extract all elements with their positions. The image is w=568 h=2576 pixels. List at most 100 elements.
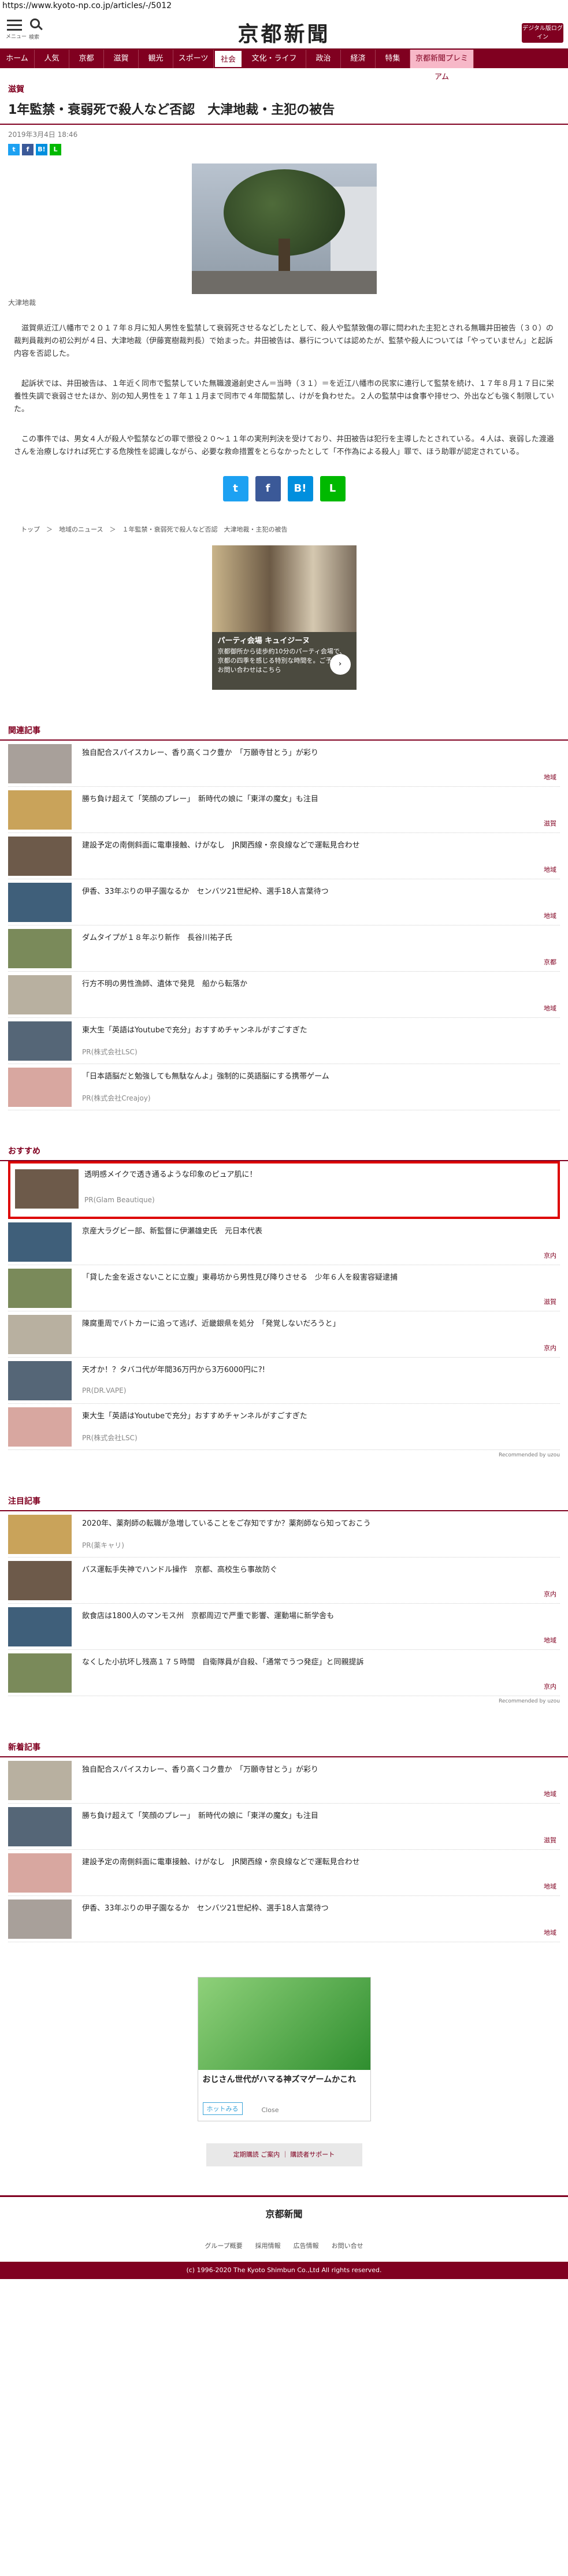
breadcrumb[interactable]: トップ ＞ 地域のニュース ＞ １年監禁・衰弱死で殺人など否認 大津地裁・主犯の… — [0, 525, 568, 545]
article-date: 2019年3月4日 18:46 — [8, 131, 78, 139]
footer-links[interactable]: グループ概要 採用情報 広告情報 お問い合せ — [0, 2229, 568, 2262]
twitter-icon[interactable]: t — [222, 476, 248, 501]
item-category[interactable]: 京内 — [544, 1682, 556, 1691]
list-item[interactable]: 独自配合スパイスカレー、香り高くコク豊か 「万願寺甘とう」が彩り 地域 — [8, 1757, 560, 1804]
nav-item[interactable]: 社会 — [214, 50, 243, 68]
line-icon[interactable]: L — [320, 476, 346, 501]
nav-item[interactable]: 観光 — [139, 50, 173, 68]
paragraph-1: 滋賀県近江八幡市で２０１７年８月に知人男性を監禁して衰弱死させるなどしたとして、… — [14, 324, 554, 358]
paragraph-2: 起訴状では、井田被告は、１年近く同市で監禁していた無職渡邉創史さん＝当時（３１）… — [14, 380, 554, 414]
list-item[interactable]: 伊香、33年ぶりの甲子園なるか センバツ21世紀枠、選手18人言葉待つ地域 — [8, 1896, 560, 1942]
facebook-icon[interactable]: f — [255, 476, 281, 501]
item-category[interactable]: 地域 — [544, 865, 556, 874]
item-title: 東大生「英語はYoutubeで充分」おすすめチャンネルがすごすぎた — [82, 1412, 307, 1421]
item-pr: PR(株式会社Creajoy) — [82, 1094, 151, 1102]
item-category[interactable]: 地域 — [544, 1882, 556, 1891]
list-item[interactable]: 行方不明の男性漁師、遺体で発見 船から転落か 地域 — [8, 972, 560, 1018]
item-category[interactable]: 京内 — [544, 1589, 556, 1599]
item-category[interactable]: 京都 — [544, 957, 556, 967]
nav-item[interactable]: 文化・ライフ — [243, 50, 306, 68]
item-category[interactable]: 滋賀 — [544, 819, 556, 828]
recommended-by: Recommended by uzou — [499, 1452, 560, 1458]
thumbnail — [8, 1853, 72, 1893]
game-ad-button[interactable]: ホットみる — [202, 2102, 243, 2115]
nav-item[interactable]: 京都 — [69, 50, 104, 68]
list-item[interactable]: 京産大ラグビー部、新監督に伊瀬雄史氏 元日本代表京内 — [8, 1219, 560, 1265]
hatena-icon[interactable]: B! — [36, 144, 47, 155]
url-bar[interactable]: https://www.kyoto-np.co.jp/articles/-/50… — [0, 0, 568, 13]
item-title: 飲食店は1800人のマンモス州 京都周辺で严重で影響、運動場に新学舎も — [82, 1612, 335, 1620]
article-section[interactable]: 滋賀 — [0, 83, 568, 95]
item-title: 伊香、33年ぶりの甲子園なるか センバツ21世紀枠、選手18人言葉待つ — [82, 1904, 329, 1913]
item-category[interactable]: 滋賀 — [544, 1297, 556, 1306]
map-image — [198, 1977, 370, 2070]
site-header: メニュー 検索 京都新聞 デジタル版ログイン — [0, 13, 568, 49]
ad-title: パーティ会場 キュイジーヌ — [217, 637, 310, 645]
subscription-links[interactable]: 定期購読 ご案内 ｜ 購読者サポート — [206, 2143, 362, 2166]
list-item[interactable]: バス運転手失神でハンドル操作 京都、高校生ら事故防ぐ京内 — [8, 1558, 560, 1604]
list-item[interactable]: 勝ち負け超えて「笑顔のプレー」 新時代の娘に「東洋の魔女」も注目 滋賀 — [8, 1804, 560, 1850]
item-category[interactable]: 地域 — [544, 1789, 556, 1798]
list-item[interactable]: ダムタイプが１８年ぶり新作 長谷川祐子氏 京都 — [8, 925, 560, 972]
item-category[interactable]: 地域 — [544, 1928, 556, 1937]
nav-item[interactable]: 人気 — [35, 50, 69, 68]
thumbnail — [8, 1515, 72, 1554]
ad-arrow-icon[interactable]: › — [329, 654, 351, 675]
item-category[interactable]: 地域 — [544, 1003, 556, 1013]
item-category[interactable]: 地域 — [544, 911, 556, 920]
thumbnail — [8, 1407, 72, 1447]
section-header: おすすめ — [0, 1145, 568, 1161]
item-title: 「貸した金を返さないことに立腹」東尋坊から男性見び降りさせる 少年６人を殺害容疑… — [82, 1273, 398, 1282]
item-pr: PR(株式会社LSC) — [82, 1048, 138, 1056]
article-photo — [191, 163, 377, 294]
thumbnail — [8, 1021, 72, 1061]
item-category[interactable]: 滋賀 — [544, 1835, 556, 1845]
list-item[interactable]: 建設予定の南側斜面に電車接触、けがなし JR関西線・奈良線などで運転見合わせ 地域 — [8, 1850, 560, 1896]
thumbnail — [8, 1900, 72, 1939]
game-ad-title: おじさん世代がハマる神ズマゲームかこれ — [202, 2075, 357, 2084]
item-pr: PR(DR.VAPE) — [82, 1386, 127, 1395]
footer-logo[interactable]: 京都新聞 — [0, 2197, 568, 2229]
list-item[interactable]: 透明感メイクで透き通るような印象のピュア肌に！ PR(Glam Beautique… — [8, 1161, 560, 1219]
thumbnail — [8, 1807, 72, 1846]
site-logo[interactable]: 京都新聞 — [0, 17, 568, 47]
hatena-icon[interactable]: B! — [287, 476, 313, 501]
item-category[interactable]: 地域 — [544, 772, 556, 782]
twitter-icon[interactable]: t — [8, 144, 20, 155]
item-title: バス運転手失神でハンドル操作 京都、高校生ら事故防ぐ — [82, 1566, 278, 1574]
nav-item[interactable]: スポーツ — [173, 50, 214, 68]
list-item[interactable]: 「日本語脳だと勉強しても無駄なんよ」強制的に英語脳にする携帯ゲーム PR(株式会社… — [8, 1064, 560, 1110]
list-item[interactable]: 天才か！？タバコ代が年間36万円から3万6000円に?! PR(DR.VAPE) — [8, 1358, 560, 1404]
item-title: 2020年、薬剤師の転職が急増していることをご存知ですか？薬剤師なら知っておこう — [82, 1519, 371, 1528]
game-ad[interactable]: おじさん世代がハマる神ズマゲームかこれ ホットみる Close — [197, 1977, 371, 2121]
list-item[interactable]: なくした小抗坏し残高１７５時間 自衛隊員が自殺、「通常でうつ発症」と同親提訴 京内 — [8, 1650, 560, 1696]
line-icon[interactable]: L — [50, 144, 61, 155]
item-pr: PR(株式会社LSC) — [82, 1434, 138, 1442]
nav-item[interactable]: 政治 — [306, 50, 341, 68]
nav-item[interactable]: 滋賀 — [104, 50, 139, 68]
item-category[interactable]: 京内 — [544, 1343, 556, 1352]
nav-item[interactable]: 経済 — [341, 50, 376, 68]
list-item[interactable]: 独自配合スパイスカレー、香り高くコク豊か 「万願寺甘とう」が彩り 地域 — [8, 741, 560, 787]
list-item[interactable]: 2020年、薬剤師の転職が急増していることをご存知ですか？薬剤師なら知っておこう… — [8, 1511, 560, 1558]
item-category[interactable]: 京内 — [544, 1251, 556, 1260]
item-title: 京産大ラグビー部、新監督に伊瀬雄史氏 元日本代表 — [82, 1227, 263, 1236]
list-item[interactable]: 陳腐重周でバトカーに追って逃げ、近畿銀県を処分 「発覚しないだろうと」 京内 — [8, 1311, 560, 1358]
game-ad-close[interactable]: Close — [262, 2106, 279, 2114]
thumbnail — [8, 1607, 72, 1646]
list-item[interactable]: 「貸した金を返さないことに立腹」東尋坊から男性見び降りさせる 少年６人を殺害容疑… — [8, 1265, 560, 1311]
list-item[interactable]: 東大生「英語はYoutubeで充分」おすすめチャンネルがすごすぎた PR(株式会社… — [8, 1404, 560, 1450]
nav-item[interactable]: 京都新聞プレミアム — [410, 50, 474, 81]
list-item[interactable]: 飲食店は1800人のマンモス州 京都周辺で严重で影響、運動場に新学舎も地域 — [8, 1604, 560, 1650]
digital-login-button[interactable]: デジタル版ログイン — [522, 23, 563, 43]
footer: 京都新聞 グループ概要 採用情報 広告情報 お問い合せ (c) 1996-202… — [0, 2195, 568, 2279]
list-item[interactable]: 東大生「英語はYoutubeで充分」おすすめチャンネルがすごすぎた PR(株式会社… — [8, 1018, 560, 1064]
item-category[interactable]: 地域 — [544, 1635, 556, 1645]
list-item[interactable]: 勝ち負け超えて「笑顔のプレー」 新時代の娘に「東洋の魔女」も注目 滋賀 — [8, 787, 560, 833]
nav-item[interactable]: 特集 — [376, 50, 410, 68]
list-item[interactable]: 伊香、33年ぶりの甲子園なるか センバツ21世紀枠、選手18人言葉待つ 地域 — [8, 879, 560, 925]
facebook-icon[interactable]: f — [22, 144, 34, 155]
ad-banner[interactable]: パーティ会場 キュイジーヌ 京都御所から徒歩約10分のパーティ会場で、京都の四季を… — [211, 545, 357, 690]
list-item[interactable]: 建設予定の南側斜面に電車接触、けがなし JR関西線・奈良線などで運転見合わせ 地域 — [8, 833, 560, 879]
nav-item[interactable]: ホーム — [0, 50, 35, 68]
